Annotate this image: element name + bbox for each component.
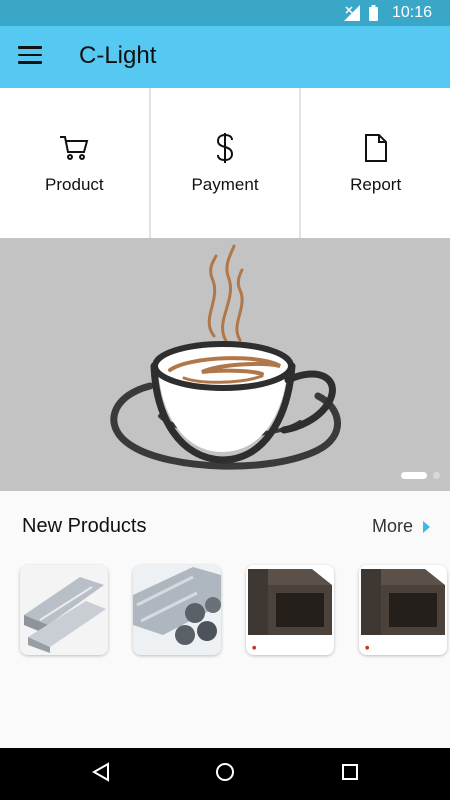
product-tile[interactable]: Product	[0, 88, 149, 238]
product-list: ● ●	[20, 565, 447, 655]
menu-tiles: Product Payment Report	[0, 88, 450, 238]
svg-text:●: ●	[365, 645, 370, 651]
status-bar: 10:16	[0, 0, 450, 26]
document-icon	[364, 131, 388, 165]
carousel-dot[interactable]	[433, 472, 440, 479]
report-tile-label: Report	[350, 175, 402, 194]
product-card[interactable]: ●	[359, 565, 447, 655]
new-products-section: New Products More ● ●	[0, 491, 450, 748]
app-bar: C-Light	[0, 26, 450, 88]
carousel-dot-active[interactable]	[401, 472, 427, 479]
back-icon[interactable]	[92, 762, 110, 782]
banner-carousel[interactable]	[0, 238, 450, 491]
carousel-indicator	[401, 472, 440, 479]
product-card[interactable]	[20, 565, 108, 655]
signal-icon	[344, 5, 360, 21]
more-link[interactable]: More	[372, 516, 430, 537]
dollar-icon	[215, 131, 235, 165]
report-tile[interactable]: Report	[301, 88, 450, 238]
svg-text:●: ●	[252, 645, 257, 651]
aluminium-profiles-image	[20, 565, 108, 655]
system-nav-bar	[0, 748, 450, 800]
hamburger-menu-icon[interactable]	[18, 46, 42, 68]
steel-pipes-image	[133, 565, 221, 655]
recents-icon[interactable]	[341, 762, 359, 782]
chevron-right-icon	[423, 520, 430, 533]
home-icon[interactable]	[215, 762, 235, 782]
status-time: 10:16	[391, 4, 432, 21]
product-card[interactable]	[133, 565, 221, 655]
square-tube-image: ●	[359, 565, 447, 655]
payment-tile-label: Payment	[191, 175, 259, 194]
more-label: More	[371, 516, 413, 536]
battery-icon	[369, 5, 378, 21]
section-heading: New Products	[22, 515, 147, 537]
product-tile-label: Product	[45, 175, 104, 194]
shopping-cart-icon	[59, 131, 89, 165]
app-title: C-Light	[79, 42, 157, 69]
product-card[interactable]: ●	[246, 565, 334, 655]
square-tube-image: ●	[246, 565, 334, 655]
payment-tile[interactable]: Payment	[150, 88, 300, 238]
coffee-cup-illustration	[110, 244, 341, 470]
